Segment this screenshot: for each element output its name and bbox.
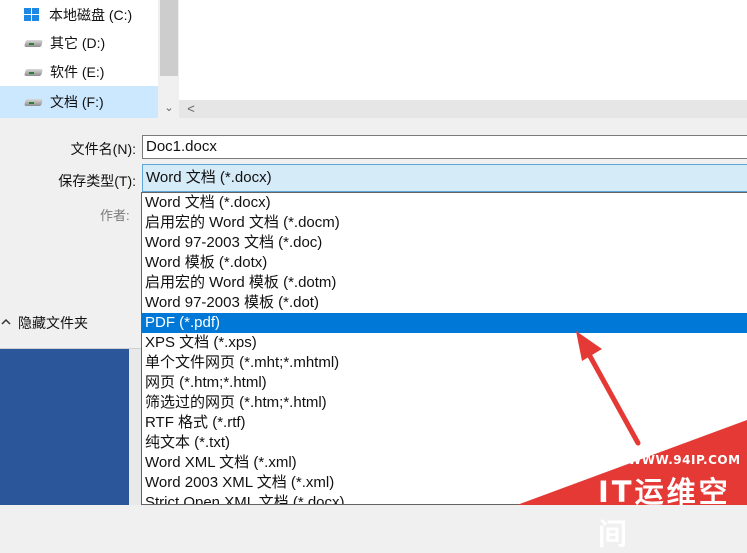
dropdown-option-dotm[interactable]: 启用宏的 Word 模板 (*.dotm) <box>142 273 747 293</box>
word-background <box>0 349 142 505</box>
nav-item-drive-d[interactable]: 其它 (D:) <box>0 28 158 57</box>
filename-input[interactable]: Doc1.docx <box>142 135 747 159</box>
scroll-left-icon[interactable]: < <box>182 100 200 118</box>
nav-item-label: 文档 (F:) <box>50 94 104 110</box>
watermark-url: WWW.94IP.COM <box>628 453 741 467</box>
hide-folders-label: 隐藏文件夹 <box>18 315 88 331</box>
watermark-brand: IT运维空间 <box>598 475 731 551</box>
nav-item-label: 软件 (E:) <box>50 63 105 80</box>
dropdown-option-docx[interactable]: Word 文档 (*.docx) <box>142 193 747 213</box>
filename-label: 文件名(N): <box>70 141 136 157</box>
nav-item-label: 其它 (D:) <box>50 34 106 51</box>
hide-folders-button[interactable]: 隐藏文件夹 <box>0 313 88 333</box>
nav-item-drive-c[interactable]: 本地磁盘 (C:) <box>0 0 158 29</box>
dropdown-option-doc[interactable]: Word 97-2003 文档 (*.doc) <box>142 233 747 253</box>
dropdown-option-docm[interactable]: 启用宏的 Word 文档 (*.docm) <box>142 213 747 233</box>
horizontal-scrollbar[interactable] <box>179 100 747 118</box>
drive-icon <box>24 96 43 108</box>
drive-icon <box>24 66 43 78</box>
savetype-label: 保存类型(T): <box>58 173 136 189</box>
nav-item-drive-e[interactable]: 软件 (E:) <box>0 57 158 86</box>
drive-icon <box>24 37 43 49</box>
nav-item-label: 本地磁盘 (C:) <box>49 6 133 23</box>
chevron-up-icon <box>1 318 13 329</box>
scroll-down-icon[interactable]: ⌄ <box>160 98 178 118</box>
windows-drive-icon <box>24 7 42 23</box>
nav-item-drive-f[interactable]: 文档 (F:) <box>0 86 158 118</box>
dropdown-option-dotx[interactable]: Word 模板 (*.dotx) <box>142 253 747 273</box>
file-list-pane[interactable] <box>179 0 747 100</box>
dropdown-option-dot[interactable]: Word 97-2003 模板 (*.dot) <box>142 293 747 313</box>
nav-scrollbar-thumb[interactable] <box>160 0 178 76</box>
navigation-pane: 本地磁盘 (C:) 其它 (D:) 软件 (E:) 文档 (F:) <box>0 0 179 118</box>
savetype-select[interactable]: Word 文档 (*.docx) <box>142 164 747 192</box>
author-label: 作者: <box>100 208 130 223</box>
